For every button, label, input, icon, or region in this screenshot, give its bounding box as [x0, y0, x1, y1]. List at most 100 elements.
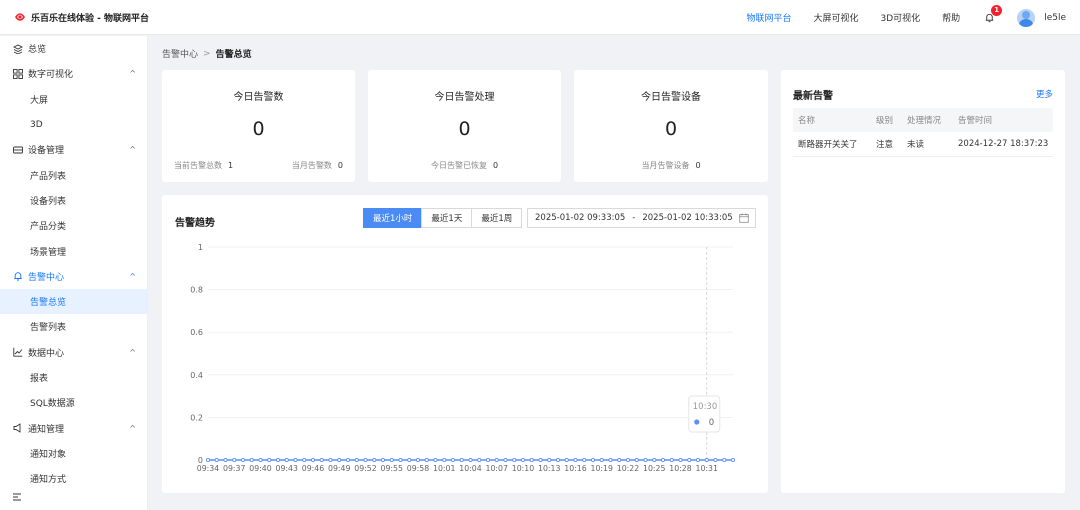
- column-header-level: 级别: [876, 116, 894, 126]
- tooltip-time: 10:30: [693, 402, 718, 412]
- data-point: [442, 457, 447, 463]
- chevron-up-icon: ^: [129, 69, 136, 79]
- data-point: [389, 457, 394, 463]
- brand[interactable]: 乐百乐在线体验 - 物联网平台: [0, 11, 149, 24]
- breadcrumb-parent[interactable]: 告警中心: [162, 47, 198, 60]
- sidebar-item-label: 大屏: [30, 95, 49, 106]
- column-header-time: 告警时间: [958, 116, 993, 126]
- nav-help[interactable]: 帮助: [931, 11, 971, 24]
- chevron-up-icon: ^: [129, 271, 136, 281]
- sidebar-item-big-screen[interactable]: 大屏: [0, 87, 147, 112]
- data-point: [232, 457, 237, 463]
- stat-title: 今日告警处理: [434, 92, 495, 103]
- x-tick-label: 09:40: [249, 464, 272, 473]
- x-tick-label: 09:37: [223, 464, 246, 473]
- data-point: [713, 457, 718, 463]
- data-point: [573, 457, 578, 463]
- sidebar-item-device-list[interactable]: 设备列表: [0, 188, 147, 213]
- sidebar-group-notification-management[interactable]: 通知管理 ^: [0, 415, 147, 440]
- x-tick-label: 10:28: [669, 464, 692, 473]
- breadcrumb-current: 告警总览: [215, 50, 252, 60]
- sidebar-item-scene-management[interactable]: 场景管理: [0, 238, 147, 263]
- notification-bell-button[interactable]: 1: [981, 4, 1003, 26]
- data-point: [337, 457, 342, 463]
- sidebar-item-label: 告警中心: [28, 272, 65, 283]
- x-tick-label: 10:25: [643, 464, 666, 473]
- column-header-status: 处理情况: [907, 116, 942, 126]
- sidebar-item-product-list[interactable]: 产品列表: [0, 162, 147, 187]
- sidebar-group-data-center[interactable]: 数据中心 ^: [0, 340, 147, 365]
- sidebar-group-device-management[interactable]: 设备管理 ^: [0, 137, 147, 162]
- alarm-trend-chart[interactable]: 0 0.2 0.4 0.6 0.8 1 09:34 09:37 09:40 09:43 09:46…: [162, 195, 768, 493]
- x-tick-label: 09:52: [354, 464, 377, 473]
- x-tick-label: 10:01: [433, 464, 456, 473]
- sidebar-item-label: 数字可视化: [28, 70, 74, 81]
- sidebar-item-alarm-list[interactable]: 告警列表: [0, 314, 147, 339]
- stat-value: 0: [458, 118, 471, 140]
- x-tick-label: 10:16: [564, 464, 587, 473]
- nav-3d[interactable]: 3D可视化: [870, 11, 932, 24]
- stat-foot-month-count: 当月告警数 0: [291, 161, 343, 170]
- y-tick-label: 0.8: [190, 286, 203, 295]
- username[interactable]: le5le: [1044, 13, 1066, 23]
- more-link[interactable]: 更多: [1036, 88, 1053, 100]
- data-point: [284, 457, 289, 463]
- data-point: [660, 457, 666, 463]
- chart-tooltip: 10:30 0: [688, 395, 721, 433]
- x-tick-label: 10:19: [591, 464, 614, 473]
- data-point: [730, 457, 736, 463]
- notification-badge: 1: [991, 4, 1003, 16]
- x-tick-label: 10:07: [486, 464, 509, 473]
- data-point: [240, 457, 246, 463]
- bell-icon: [12, 271, 23, 282]
- x-tick-label: 10:10: [512, 464, 535, 473]
- collapse-menu-icon[interactable]: [12, 492, 22, 502]
- data-point: [599, 457, 604, 463]
- data-point: [372, 457, 377, 463]
- data-point: [625, 457, 631, 463]
- data-point: [302, 457, 307, 463]
- sidebar-item-alarm-overview[interactable]: 告警总览: [0, 288, 147, 315]
- sidebar-item-3d[interactable]: 3D: [0, 112, 147, 137]
- nav-big-screen[interactable]: 大屏可视化: [802, 11, 869, 24]
- y-tick-label: 1: [198, 243, 203, 252]
- chevron-up-icon: ^: [129, 423, 136, 433]
- sidebar-item-label: 产品列表: [30, 171, 67, 182]
- sidebar-item-reports[interactable]: 报表: [0, 365, 147, 390]
- data-point: [415, 457, 421, 463]
- cell-level: 注意: [876, 140, 894, 150]
- logo-icon: [15, 13, 25, 21]
- sidebar-item-notification-target[interactable]: 通知对象: [0, 441, 147, 466]
- sidebar-group-digital-visualization[interactable]: 数字可视化 ^: [0, 61, 147, 86]
- x-tick-label: 10:04: [459, 464, 482, 473]
- data-point: [267, 457, 272, 463]
- sidebar-item-product-category[interactable]: 产品分类: [0, 213, 147, 238]
- sidebar-item-notification-method[interactable]: 通知方式: [0, 466, 147, 491]
- recent-alarms-title: 最新告警: [793, 91, 833, 102]
- data-point: [477, 457, 482, 463]
- data-point: [354, 457, 359, 463]
- sidebar-item-sql-datasource[interactable]: SQL数据源: [0, 390, 147, 415]
- avatar[interactable]: [1017, 8, 1036, 27]
- data-point: [494, 457, 499, 463]
- sidebar-group-alarm-center[interactable]: 告警中心 ^: [0, 264, 147, 289]
- data-point: [398, 457, 403, 463]
- x-tick-label: 09:46: [302, 464, 325, 473]
- x-tick-label: 09:49: [328, 464, 351, 473]
- sidebar-item-label: 场景管理: [30, 247, 67, 258]
- sidebar-item-overview[interactable]: 总览: [0, 36, 147, 61]
- x-tick-label: 09:43: [276, 464, 299, 473]
- stat-value: 0: [252, 118, 265, 140]
- data-point: [704, 457, 709, 463]
- recent-alarms-table: 名称 级别 处理情况 告警时间 断路器开关关了 注意 未读 2024-12-27…: [793, 108, 1053, 157]
- x-tick-label: 10:13: [538, 464, 561, 473]
- nav-iot-platform[interactable]: 物联网平台: [735, 11, 802, 24]
- data-point: [643, 457, 648, 463]
- data-point: [214, 457, 219, 463]
- sidebar-item-label: 产品分类: [30, 222, 67, 233]
- data-point: [223, 457, 228, 463]
- data-point: [582, 457, 587, 463]
- grid-icon: [12, 68, 23, 79]
- top-nav: 物联网平台 大屏可视化 3D可视化 帮助 1 le5le: [735, 0, 1080, 35]
- table-row[interactable]: 断路器开关关了 注意 未读 2024-12-27 18:37:23: [793, 132, 1053, 157]
